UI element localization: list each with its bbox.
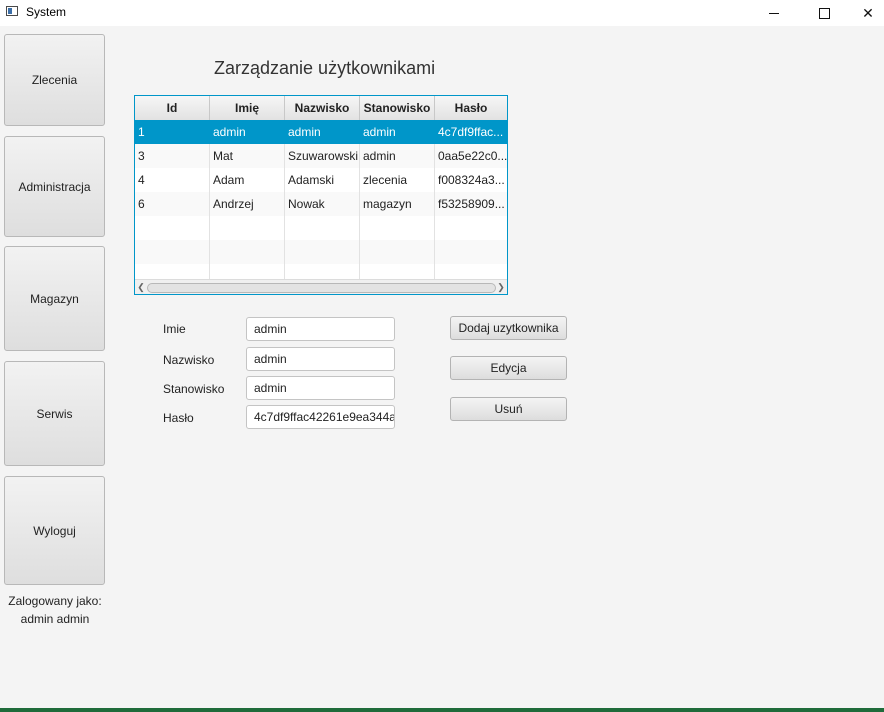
nazwisko-label: Nazwisko [163,353,215,367]
imie-label: Imie [163,322,186,336]
title-bar: System ✕ [0,0,884,26]
nav-wyloguj-button[interactable]: Wyloguj [4,476,105,585]
nav-zlecenia-label: Zlecenia [31,73,78,87]
stanowisko-label: Stanowisko [163,382,225,396]
empty-cell [210,216,285,240]
nav-wyloguj-label: Wyloguj [33,523,76,538]
empty-cell [285,240,360,264]
add-user-label: Dodaj uzytkownika [458,321,559,335]
scroll-thumb[interactable] [147,283,496,293]
empty-cell [360,216,435,240]
logged-in-user: admin admin [20,612,90,626]
cell-id: 4 [135,168,210,192]
users-table[interactable]: Id Imię Nazwisko Stanowisko Hasło 1 admi… [134,95,508,295]
imie-field[interactable]: admin [246,317,395,341]
maximize-button[interactable] [802,0,846,26]
empty-row [135,240,507,264]
cell-haslo: f008324a3... [438,173,505,187]
nav-serwis-button[interactable]: Serwis [4,361,105,466]
cell-stanowisko: zlecenia [360,168,435,192]
table-row[interactable]: 1 admin admin admin 4c7df9ffac... [135,120,507,144]
empty-cell [360,240,435,264]
delete-button[interactable]: Usuń [450,397,567,421]
empty-cell [285,264,360,279]
cell-stanowisko: admin [360,144,435,168]
cell-imie: Andrzej [210,192,285,216]
cell-haslo: 4c7df9ffac... [438,125,504,139]
stanowisko-field[interactable]: admin [246,376,395,400]
table-row[interactable]: 4 Adam Adamski zlecenia f008324a3... [135,168,507,192]
table-row[interactable]: 3 Mat Szuwarowski admin 0aa5e22c0... [135,144,507,168]
column-header-id[interactable]: Id [135,96,210,120]
close-button[interactable]: ✕ [846,0,884,26]
minimize-icon [769,12,779,14]
bottom-edge [0,708,884,712]
column-header-stanowisko[interactable]: Stanowisko [360,96,435,120]
logged-in-label: Zalogowany jako: [8,594,102,608]
close-icon: ✕ [862,4,874,21]
nav-administracja-button[interactable]: Administracja [4,136,105,237]
empty-cell [285,216,360,240]
nav-serwis-label: Serwis [36,406,73,421]
column-header-haslo[interactable]: Hasło [435,96,507,120]
empty-row [135,264,507,279]
add-user-button[interactable]: Dodaj uzytkownika [450,316,567,340]
horizontal-scrollbar[interactable]: ❮ ❯ [135,279,507,294]
column-header-nazwisko[interactable]: Nazwisko [285,96,360,120]
cell-imie: Mat [210,144,285,168]
cell-nazwisko: Adamski [285,168,360,192]
app-icon [6,6,18,16]
nav-zlecenia-button[interactable]: Zlecenia [4,34,105,126]
table-header: Id Imię Nazwisko Stanowisko Hasło [135,96,507,121]
column-header-imie[interactable]: Imię [210,96,285,120]
minimize-button[interactable] [752,0,796,26]
nav-administracja-label: Administracja [18,179,91,194]
cell-nazwisko: admin [285,120,360,144]
empty-cell [135,264,210,279]
table-row[interactable]: 6 Andrzej Nowak magazyn f53258909... [135,192,507,216]
nav-magazyn-label: Magazyn [30,291,79,306]
window-title: System [26,5,67,19]
cell-id: 3 [135,144,210,168]
cell-nazwisko: Nowak [285,192,360,216]
scroll-left-icon[interactable]: ❮ [135,280,147,294]
nav-magazyn-button[interactable]: Magazyn [4,246,105,351]
cell-nazwisko: Szuwarowski [285,144,360,168]
haslo-field[interactable]: 4c7df9ffac42261e9ea344a [246,405,395,429]
page-title: Zarządzanie użytkownikami [214,58,436,78]
empty-cell [210,240,285,264]
edit-label: Edycja [490,361,527,375]
cell-haslo: f53258909... [438,197,505,211]
nazwisko-field[interactable]: admin [246,347,395,371]
empty-cell [210,264,285,279]
maximize-icon [818,7,830,19]
cell-imie: Adam [210,168,285,192]
edit-button[interactable]: Edycja [450,356,567,380]
empty-cell [135,216,210,240]
delete-label: Usuń [494,402,523,416]
cell-imie: admin [210,120,285,144]
scroll-right-icon[interactable]: ❯ [495,280,507,294]
haslo-label: Hasło [163,411,194,425]
empty-cell [135,240,210,264]
cell-stanowisko: admin [360,120,435,144]
cell-haslo: 0aa5e22c0... [438,149,507,163]
cell-id: 6 [135,192,210,216]
empty-cell [360,264,435,279]
empty-row [135,216,507,240]
cell-stanowisko: magazyn [360,192,435,216]
cell-id: 1 [135,120,210,144]
